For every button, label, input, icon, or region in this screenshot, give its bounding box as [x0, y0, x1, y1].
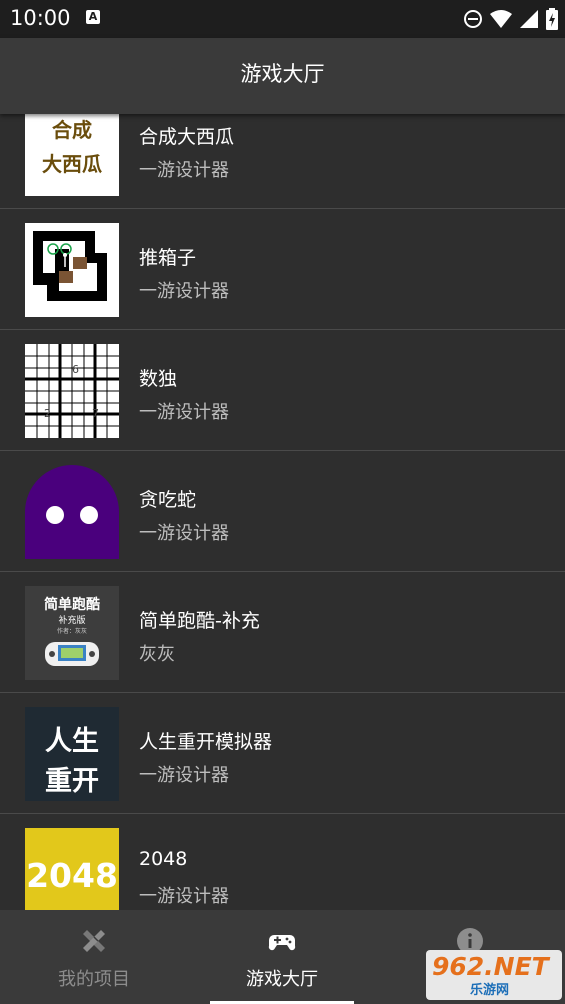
game-item-life-restart[interactable]: 人生 重开 人生重开模拟器 一游设计器: [0, 693, 565, 814]
thumb-text: 作者：灰灰: [56, 628, 87, 635]
thumb-text: 大西瓜: [42, 152, 102, 176]
snake-thumbnail: [25, 465, 119, 559]
status-bar: 10:00 A: [0, 0, 565, 38]
game-author: 一游设计器: [139, 160, 229, 181]
watermark-sub: 乐游网: [470, 983, 510, 998]
status-time: 10:00: [10, 6, 71, 30]
thumb-text: 重开: [45, 766, 99, 797]
game-title: 贪吃蛇: [139, 489, 197, 511]
pencil-ruler-icon: [83, 930, 105, 952]
tab-label: 游戏大厅: [246, 969, 318, 990]
game-item-sudoku[interactable]: 6 2 7 数独 一游设计器: [0, 330, 565, 451]
game-title: 人生重开模拟器: [139, 731, 273, 753]
game-title: 2048: [139, 848, 188, 870]
sudoku-grid-image: 6 2 7: [25, 344, 119, 438]
game-console-image: [45, 642, 99, 666]
do-not-disturb-icon: [464, 10, 482, 28]
thumb-text: 简单跑酷: [44, 597, 100, 613]
sokoban-maze-image: [33, 231, 107, 301]
game-author: 灰灰: [139, 644, 175, 665]
watermark-main: 962.NET: [432, 952, 549, 981]
game-item-snake[interactable]: 贪吃蛇 一游设计器: [0, 451, 565, 572]
game-item-2048[interactable]: 2048 2048 一游设计器: [0, 814, 565, 910]
parkour-thumbnail: 简单跑酷 补充版 作者：灰灰: [25, 586, 119, 680]
life-restart-thumbnail: 人生 重开: [25, 707, 119, 801]
game-title: 推箱子: [139, 247, 197, 269]
2048-thumbnail: 2048: [25, 828, 119, 910]
thumb-text: 补充版: [58, 616, 86, 626]
sokoban-thumbnail: [25, 223, 119, 317]
game-author: 一游设计器: [139, 523, 229, 544]
status-icons: [463, 8, 559, 30]
wifi-icon: [490, 10, 512, 28]
sudoku-digit: 2: [44, 407, 51, 420]
thumb-text: 合成: [52, 118, 92, 142]
ghost-image: [25, 465, 119, 559]
game-title: 数独: [139, 368, 178, 390]
game-title: 简单跑酷-补充: [139, 610, 260, 632]
game-item-parkour[interactable]: 简单跑酷 补充版 作者：灰灰 简单跑酷-补充 灰灰: [0, 572, 565, 693]
signal-icon: [520, 10, 538, 28]
thumb-text: 2048: [26, 856, 118, 895]
game-author: 一游设计器: [139, 765, 229, 786]
game-item-watermelon[interactable]: 合成 大西瓜 合成大西瓜 一游设计器: [0, 114, 565, 209]
tab-label: 我的项目: [58, 969, 130, 990]
game-title: 合成大西瓜: [139, 126, 235, 148]
game-author: 一游设计器: [139, 281, 229, 302]
notification-a-icon: A: [86, 10, 100, 24]
tab-game-hall[interactable]: 游戏大厅: [188, 910, 376, 1004]
game-author: 一游设计器: [139, 886, 229, 907]
sudoku-digit: 7: [92, 407, 99, 420]
sudoku-thumbnail: 6 2 7: [25, 344, 119, 438]
page-title: 游戏大厅: [240, 62, 325, 86]
game-list[interactable]: 合成 大西瓜 合成大西瓜 一游设计器 推箱子 一游设计器 6 2 7 数独 一游…: [0, 114, 565, 910]
watermelon-thumbnail: 合成 大西瓜: [25, 114, 119, 196]
watermark-logo: 962.NET 乐游网: [426, 950, 562, 1000]
tab-my-projects[interactable]: 我的项目: [0, 910, 188, 1004]
app-bar: 游戏大厅: [0, 38, 565, 114]
game-item-sokoban[interactable]: 推箱子 一游设计器: [0, 209, 565, 330]
battery-icon: [546, 8, 558, 30]
game-author: 一游设计器: [139, 402, 229, 423]
sudoku-digit: 6: [72, 363, 79, 376]
thumb-text: 人生: [45, 726, 99, 757]
gamepad-icon: [268, 935, 296, 951]
